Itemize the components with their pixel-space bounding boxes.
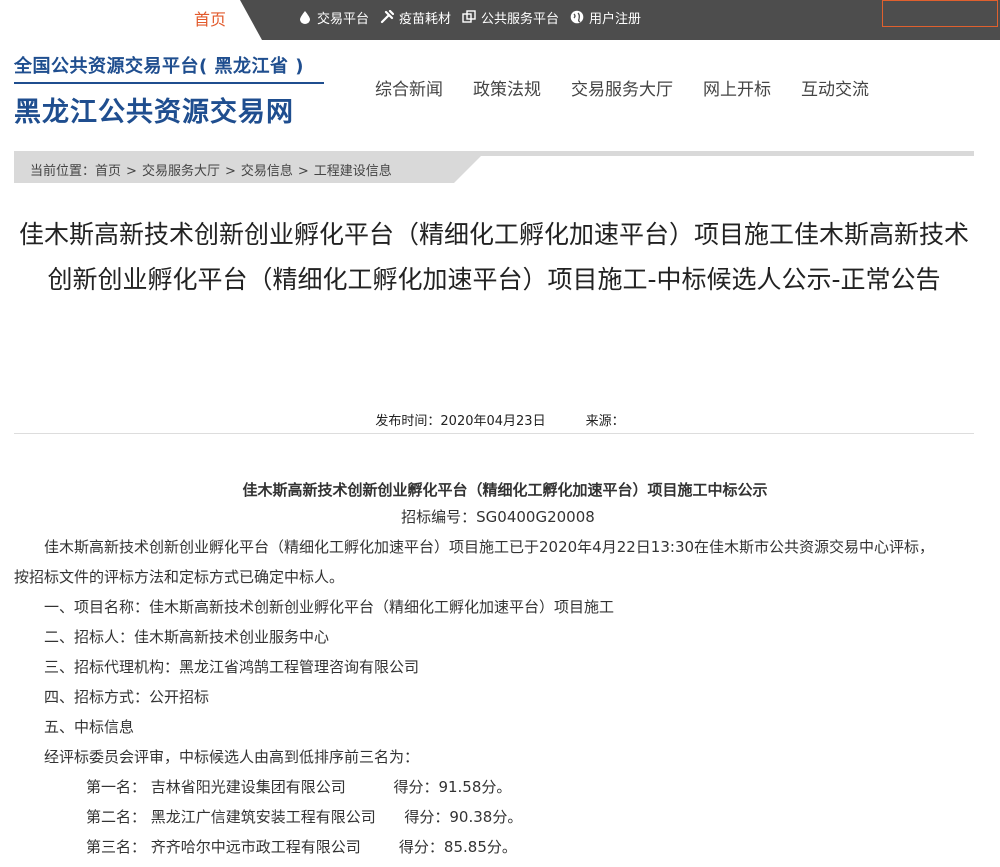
breadcrumb: 当前位置：首页 > 交易服务大厅 > 交易信息 > 工程建设信息 (30, 160, 392, 179)
candidate-rank: 第三名： 齐齐哈尔中远市政工程有限公司 得分：85.85分。 (86, 838, 517, 856)
toplink-public-service[interactable]: 公共服务平台 (462, 8, 559, 27)
breadcrumb-item-trade-info[interactable]: 交易信息 (241, 164, 293, 179)
candidate-rank: 第一名： 吉林省阳光建设集团有限公司 得分：91.58分。 (86, 778, 512, 796)
breadcrumb-separator: > (224, 164, 236, 179)
toplink-label: 用户注册 (589, 11, 642, 27)
nav-item-news[interactable]: 综合新闻 (375, 75, 443, 100)
publish-source: 来源： (585, 414, 625, 429)
logo-subtitle: 全国公共资源交易平台( 黑龙江省 ) (14, 56, 304, 77)
bid-code: 招标编号：SG0400G20008 (401, 508, 595, 526)
article-title: 佳木斯高新技术创新创业孵化平台（精细化工孵化加速平台）项目施工中标公示 (242, 481, 768, 499)
article-item: 三、招标代理机构：黑龙江省鸿鹄工程管理咨询有限公司 (44, 658, 420, 676)
globe-icon (570, 10, 584, 24)
drop-icon (298, 10, 312, 24)
toplink-trade-platform[interactable]: 交易平台 (298, 8, 369, 27)
article-item: 一、项目名称：佳木斯高新技术创新创业孵化平台（精细化工孵化加速平台）项目施工 (44, 598, 615, 616)
article-item: 四、招标方式：公开招标 (44, 688, 210, 706)
toplink-label: 疫苗耗材 (399, 11, 452, 27)
search-input[interactable] (882, 0, 998, 27)
logo-divider (14, 82, 324, 84)
publish-date: 发布时间：2020年04月23日 (375, 414, 546, 429)
candidate-rank: 第二名： 黑龙江广信建筑安装工程有限公司 得分：90.38分。 (86, 808, 523, 826)
nav-item-policy[interactable]: 政策法规 (473, 75, 541, 100)
publish-meta: 发布时间：2020年04月23日 来源： (0, 410, 1000, 429)
article-item: 经评标委员会评审，中标候选人由高到低排序前三名为： (44, 748, 420, 766)
nav-item-online-bidding[interactable]: 网上开标 (703, 75, 771, 100)
breadcrumb-prefix: 当前位置： (30, 164, 96, 179)
breadcrumb-separator: > (126, 164, 137, 179)
main-nav: 综合新闻 政策法规 交易服务大厅 网上开标 互动交流 (375, 75, 899, 100)
article-item: 五、中标信息 (44, 718, 135, 736)
title-divider (14, 433, 974, 434)
breadcrumb-bar: 当前位置：首页 > 交易服务大厅 > 交易信息 > 工程建设信息 (14, 151, 974, 183)
article-intro: 佳木斯高新技术创新创业孵化平台（精细化工孵化加速平台）项目施工已于2020年4月… (14, 538, 935, 586)
article-body: 佳木斯高新技术创新创业孵化平台（精细化工孵化加速平台）项目施工中标公示 招标编号… (14, 478, 974, 862)
site-logo[interactable]: 全国公共资源交易平台( 黑龙江省 ) 黑龙江公共资源交易网 (14, 52, 324, 129)
toplink-vaccine[interactable]: 疫苗耗材 (380, 8, 451, 27)
breadcrumb-item-construction[interactable]: 工程建设信息 (314, 164, 392, 179)
nav-item-interaction[interactable]: 互动交流 (801, 75, 869, 100)
article-item: 二、招标人：佳木斯高新技术创业服务中心 (44, 628, 330, 646)
top-bar: 首页 交易平台 疫苗耗材 公共服务平台 用户注册 (0, 0, 1000, 40)
breadcrumb-item-service-hall[interactable]: 交易服务大厅 (142, 164, 220, 179)
windows-icon (462, 10, 476, 24)
nav-item-service-hall[interactable]: 交易服务大厅 (571, 75, 673, 100)
breadcrumb-separator: > (297, 164, 309, 179)
top-links: 交易平台 疫苗耗材 公共服务平台 用户注册 (298, 0, 652, 34)
breadcrumb-item-home[interactable]: 首页 (95, 164, 121, 179)
page-title: 佳木斯高新技术创新创业孵化平台（精细化工孵化加速平台）项目施工佳木斯高新技术创新… (18, 220, 969, 294)
syringe-icon (380, 10, 395, 24)
logo-title: 黑龙江公共资源交易网 (14, 97, 294, 128)
home-link[interactable]: 首页 (194, 6, 226, 30)
toplink-register[interactable]: 用户注册 (570, 8, 641, 27)
toplink-label: 交易平台 (317, 11, 370, 27)
toplink-label: 公共服务平台 (481, 11, 560, 27)
